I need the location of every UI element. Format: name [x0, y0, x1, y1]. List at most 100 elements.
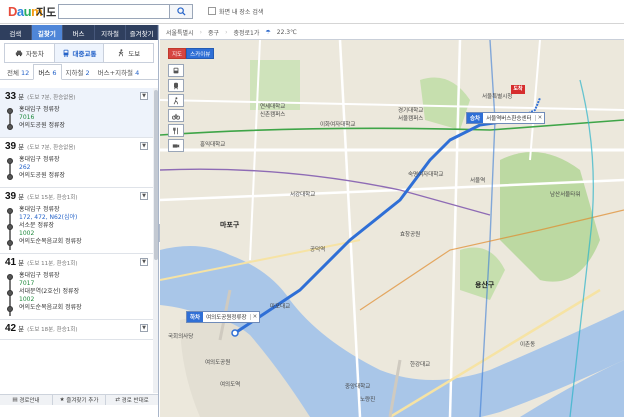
route-unit: 분: [18, 259, 25, 267]
map-type-skyview[interactable]: 스카이뷰: [186, 48, 215, 59]
boarding-stop-name: 서울역버스환승센터: [486, 116, 532, 122]
expand-toggle[interactable]: ▼: [140, 324, 148, 332]
add-favorite-button[interactable]: ★ 즐겨찾기 추가: [53, 395, 106, 405]
mode-walk[interactable]: 도보: [104, 44, 153, 62]
search-button[interactable]: [169, 4, 193, 19]
stop-name[interactable]: 여의도공원 정류장: [19, 122, 149, 130]
tab-favorites[interactable]: 즐겨찾기: [126, 25, 158, 40]
tool-restaurant-button[interactable]: [168, 124, 184, 137]
route-item[interactable]: 41 분 (도보 11분, 환승1회) ▼ 홍대입구 정류장 7017 서대문역…: [0, 254, 153, 320]
alighting-tag: 하차: [187, 312, 204, 322]
stop-name[interactable]: 서대문역(2호선) 정류장: [19, 288, 149, 296]
stop-name[interactable]: 여의도순복음교회 정류장: [19, 304, 149, 312]
map-type-map[interactable]: 지도: [168, 48, 187, 59]
map-label: 효창공원: [400, 232, 421, 238]
tool-cctv-button[interactable]: [168, 139, 184, 152]
bike-icon: [172, 113, 180, 120]
search-input[interactable]: [58, 4, 170, 19]
stop-dot: [7, 208, 13, 214]
stop-dot: [7, 274, 13, 280]
subtab-subway[interactable]: 지하철 2: [62, 65, 94, 79]
stop-name[interactable]: 홍대입구 정류장: [19, 106, 149, 114]
print-guide-button[interactable]: ▤ 경로안내: [0, 395, 53, 405]
bus-number[interactable]: 7017: [19, 280, 149, 288]
result-subtabs: 전체 12 버스 6 지하철 2 버스+지하철 4: [0, 64, 158, 80]
reverse-route-button[interactable]: ⇄ 경로 반대로: [106, 395, 158, 405]
search-icon: [176, 7, 186, 16]
print-guide-label: 경로안내: [19, 398, 40, 404]
route-minutes: 39: [5, 141, 17, 152]
map-label: 여의도공원: [205, 360, 231, 366]
stop-dot: [7, 240, 13, 246]
bus-number[interactable]: 1002: [19, 296, 149, 304]
close-icon[interactable]: ✕: [534, 115, 545, 121]
tool-subway-button[interactable]: [168, 79, 184, 92]
tool-bus-button[interactable]: [168, 64, 184, 77]
region-select[interactable]: 서울특별시: [166, 28, 194, 37]
mode-transit[interactable]: 대중교통: [54, 44, 105, 62]
route-step: 홍대입구 정류장 7016: [7, 106, 149, 122]
route-minutes: 41: [5, 257, 17, 268]
stop-dot: [7, 306, 13, 312]
tab-directions[interactable]: 길찾기: [31, 25, 64, 40]
subtab-bus-subway[interactable]: 버스+지하철 4: [94, 65, 144, 79]
area-search-checkbox[interactable]: [208, 7, 216, 15]
route-item[interactable]: 42 분 (도보 18분, 환승1회) ▼: [0, 320, 153, 340]
district-select[interactable]: 중구: [208, 28, 219, 37]
stop-name[interactable]: 홍대입구 정류장: [19, 272, 149, 280]
tab-search[interactable]: 검색: [0, 25, 32, 40]
bus-number[interactable]: 1002: [19, 230, 149, 238]
camera-icon: [172, 143, 180, 148]
route-meta: (도보 7분, 환승없음): [27, 95, 76, 101]
map-label: 마포대교: [270, 304, 291, 310]
scrollbar-thumb[interactable]: [154, 90, 158, 260]
route-step: 여의도공원 정류장: [7, 122, 149, 133]
boarding-marker[interactable]: 승차 서울역버스환승센터 ✕: [466, 112, 546, 124]
route-item[interactable]: 39 분 (도보 15분, 환승1회) ▼ 홍대입구 정류장 172, 472,…: [0, 188, 153, 254]
tab-bus[interactable]: 버스: [63, 25, 95, 40]
map-tools: [168, 64, 184, 154]
map-canvas[interactable]: 서울특별시청 연세대학교 신촌캠퍼스 홍익대학교 서강대학교 이화여자대학교 경…: [160, 40, 624, 417]
walk-icon: [173, 96, 178, 104]
expand-toggle[interactable]: ▼: [140, 142, 148, 150]
train-icon: [174, 82, 178, 89]
subtab-bus[interactable]: 버스 6: [33, 64, 62, 80]
stop-name[interactable]: 여의도공원 정류장: [19, 172, 149, 180]
tool-bike-button[interactable]: [168, 109, 184, 122]
subtab-bus-subway-label: 버스+지하철: [97, 69, 134, 77]
map-label: 경기대학교: [398, 108, 424, 114]
stop-name[interactable]: 홍대입구 정류장: [19, 156, 149, 164]
bus-number[interactable]: 7016: [19, 114, 149, 122]
stop-name[interactable]: 홍대입구 정류장: [19, 206, 149, 214]
expand-toggle[interactable]: ▼: [140, 192, 148, 200]
route-unit: 분: [18, 143, 25, 151]
close-icon[interactable]: ✕: [249, 314, 260, 320]
route-unit: 분: [18, 93, 25, 101]
route-steps: 홍대입구 정류장 172, 472, N62(심야) 서소문 정류장 1002 …: [7, 206, 149, 250]
stop-name[interactable]: 여의도순복음교회 정류장: [19, 238, 149, 246]
bus-number[interactable]: 172, 472, N62(심야): [19, 214, 149, 222]
alighting-marker[interactable]: 하차 여의도공원정류장 ✕: [186, 311, 261, 323]
stop-name[interactable]: 서소문 정류장: [19, 222, 149, 230]
tool-walk-button[interactable]: [168, 94, 184, 107]
mode-transit-label: 대중교통: [72, 50, 97, 58]
map-type-toggle: 지도 스카이뷰: [168, 48, 215, 59]
subtab-all-label: 전체: [7, 69, 19, 77]
route-item[interactable]: 33 분 (도보 7분, 환승없음) ▼ 홍대입구 정류장 7016 여의도공원…: [0, 88, 153, 138]
alighting-stop-name: 여의도공원정류장: [206, 315, 247, 321]
map-label: 이촌동: [520, 342, 536, 348]
dong-select[interactable]: 충정로1가: [233, 28, 259, 37]
map-label: 마포구: [220, 221, 240, 229]
expand-toggle[interactable]: ▼: [140, 92, 148, 100]
map-label: 노량진: [360, 397, 376, 403]
tab-subway[interactable]: 지하철: [95, 25, 127, 40]
route-item[interactable]: 39 분 (도보 7분, 환승없음) ▼ 홍대입구 정류장 262 여의도공원 …: [0, 138, 153, 188]
star-icon: ★: [59, 397, 65, 403]
route-results-list: 33 분 (도보 7분, 환승없음) ▼ 홍대입구 정류장 7016 여의도공원…: [0, 88, 153, 393]
bus-number[interactable]: 262: [19, 164, 149, 172]
expand-toggle[interactable]: ▼: [140, 258, 148, 266]
destination-marker[interactable]: 도착: [511, 85, 525, 94]
mode-car[interactable]: 자동차: [5, 44, 55, 62]
top-bar: Daum 지도 화면 내 장소 검색: [0, 0, 624, 24]
subtab-all[interactable]: 전체 12: [3, 65, 33, 79]
